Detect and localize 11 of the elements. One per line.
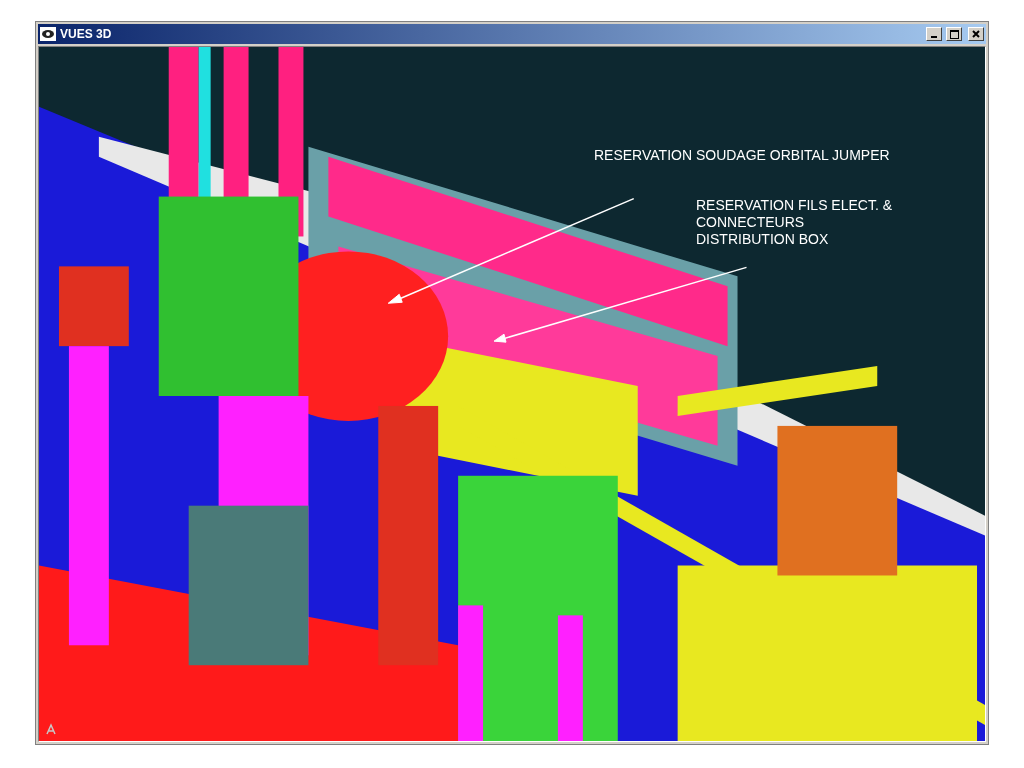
annotation-label: RESERVATION FILS ELECT. & CONNECTEURS DISTRIBUTION BOX: [696, 197, 893, 248]
annotation-label: RESERVATION SOUDAGE ORBITAL JUMPER: [594, 147, 890, 164]
axis-icon: [45, 723, 57, 735]
minimize-button[interactable]: [926, 27, 942, 41]
close-icon: [972, 30, 980, 38]
window-title: VUES 3D: [60, 27, 113, 41]
maximize-button[interactable]: [946, 27, 962, 41]
close-button[interactable]: [968, 27, 984, 41]
maximize-icon: [949, 29, 959, 39]
eye-icon: [40, 27, 56, 41]
3d-viewport[interactable]: RESERVATION SOUDAGE ORBITAL JUMPER RESERVATION FILS ELECT. & CONNECTEURS DISTRIBUTION BOX: [38, 46, 986, 742]
